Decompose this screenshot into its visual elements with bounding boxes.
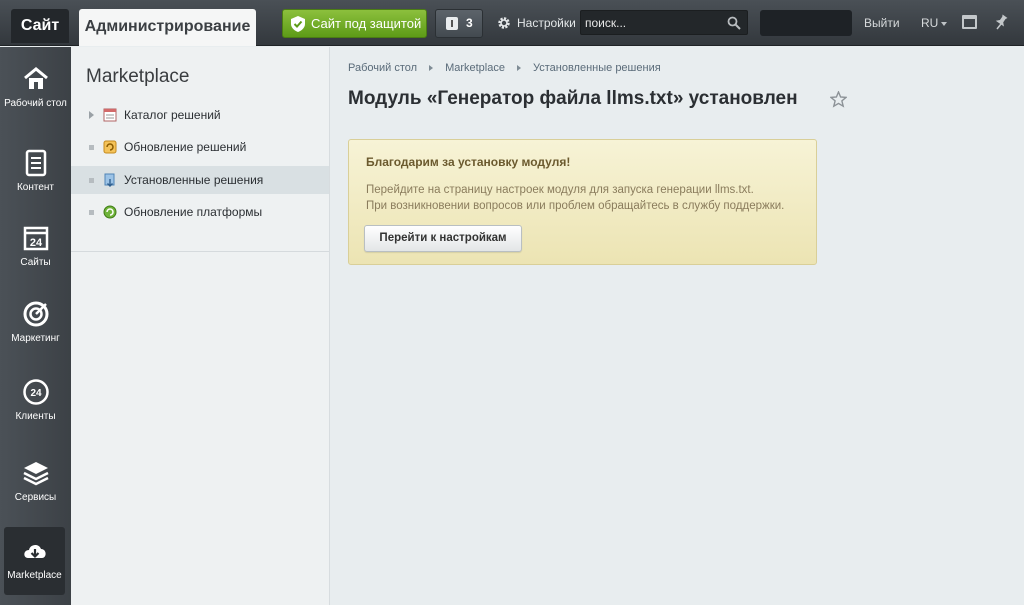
nav-item-platform-update[interactable]: Обновление платформы <box>71 198 329 226</box>
svg-text:24: 24 <box>29 237 42 249</box>
nav-item-label: Обновление платформы <box>124 205 263 219</box>
menu-item-clients[interactable]: 24 Клиенты <box>0 378 71 422</box>
search-input[interactable] <box>585 14 725 32</box>
menu-item-label: Рабочий стол <box>4 98 67 109</box>
main-menu: Рабочий стол Контент 24 Сайты Маркетинг … <box>0 47 71 605</box>
notifications-button[interactable]: 3 <box>435 9 483 38</box>
menu-item-sites[interactable]: 24 Сайты <box>0 224 71 268</box>
cloud-download-icon <box>23 544 46 559</box>
expand-arrow-icon[interactable] <box>89 111 94 119</box>
menu-item-label: Контент <box>16 182 55 193</box>
panel-divider <box>71 251 329 252</box>
panel-title: Marketplace <box>86 66 190 87</box>
settings-link[interactable]: Настройки <box>497 16 576 30</box>
search-icon[interactable] <box>727 16 741 30</box>
installed-icon <box>104 173 115 187</box>
nav-item-solutions-update[interactable]: Обновление решений <box>71 133 329 161</box>
nav-item-label: Каталог решений <box>124 108 221 122</box>
admin-tab[interactable]: Администрирование <box>79 9 256 46</box>
site-tab[interactable]: Сайт <box>11 9 69 43</box>
breadcrumb: Рабочий стол Marketplace Установленные реш… <box>348 62 661 74</box>
settings-label: Настройки <box>517 16 576 30</box>
catalog-icon <box>103 108 117 122</box>
breadcrumb-item[interactable]: Marketplace <box>445 62 505 74</box>
target-icon <box>23 301 48 327</box>
home-icon <box>23 67 48 89</box>
search-box <box>580 10 748 35</box>
notice-line: Перейдите на страницу настроек модуля дл… <box>366 184 754 196</box>
menu-item-label: Сервисы <box>14 492 57 503</box>
platform-update-icon <box>103 205 117 219</box>
notice-line: При возникновении вопросов или проблем о… <box>366 200 785 212</box>
nav-item-installed-solutions[interactable]: Установленные решения <box>71 166 329 194</box>
svg-text:24: 24 <box>30 388 42 399</box>
menu-item-marketing[interactable]: Маркетинг <box>0 300 71 344</box>
menu-item-content[interactable]: Контент <box>0 149 71 193</box>
menu-item-services[interactable]: Сервисы <box>0 459 71 503</box>
bullet-icon <box>89 178 94 183</box>
breadcrumb-item[interactable]: Установленные решения <box>533 62 661 74</box>
site-protected-label: Сайт под защитой <box>311 16 422 31</box>
notice-text: Перейдите на страницу настроек модуля дл… <box>366 182 784 214</box>
window-icon[interactable] <box>962 15 977 29</box>
shield-icon <box>291 16 305 32</box>
nav-item-catalog[interactable]: Каталог решений <box>71 101 329 129</box>
success-notice: Благодарим за установку модуля! Перейдит… <box>348 139 817 265</box>
clients-24-icon: 24 <box>22 379 49 405</box>
menu-item-label: Сайты <box>20 257 51 268</box>
user-box[interactable] <box>760 10 852 36</box>
menu-item-label: Маркетинг <box>11 333 60 344</box>
site-protected-button[interactable]: Сайт под защитой <box>282 9 427 38</box>
section-panel: Marketplace Каталог решений Обновление р… <box>71 47 330 605</box>
favorite-star-icon[interactable] <box>830 91 847 108</box>
breadcrumb-arrow-icon <box>429 64 434 71</box>
document-icon <box>25 149 46 177</box>
language-selector[interactable]: RU <box>921 16 947 30</box>
layers-icon <box>22 462 49 486</box>
menu-item-label: Клиенты <box>15 411 56 422</box>
menu-item-desktop[interactable]: Рабочий стол <box>0 65 71 109</box>
nav-item-label: Установленные решения <box>124 173 264 187</box>
breadcrumb-item[interactable]: Рабочий стол <box>348 62 417 74</box>
main-content: Рабочий стол Marketplace Установленные реш… <box>331 47 1024 605</box>
logout-link[interactable]: Выйти <box>864 16 900 30</box>
bullet-icon <box>89 210 94 215</box>
breadcrumb-arrow-icon <box>516 64 521 71</box>
go-to-settings-button[interactable]: Перейти к настройкам <box>364 225 522 252</box>
nav-item-label: Обновление решений <box>124 140 247 154</box>
update-icon <box>103 140 117 154</box>
notice-title: Благодарим за установку модуля! <box>366 155 571 169</box>
menu-item-label: Marketplace <box>7 570 62 581</box>
calendar-24-icon: 24 <box>23 226 48 251</box>
notification-icon <box>446 17 458 30</box>
menu-item-marketplace[interactable]: Marketplace <box>4 527 65 595</box>
bullet-icon <box>89 145 94 150</box>
page-title: Модуль «Генератор файла llms.txt» устано… <box>348 88 798 109</box>
gear-icon <box>498 17 510 29</box>
notifications-count: 3 <box>466 16 473 30</box>
top-bar: Сайт Администрирование Сайт под защитой … <box>0 0 1024 46</box>
pin-icon[interactable] <box>994 14 1008 30</box>
